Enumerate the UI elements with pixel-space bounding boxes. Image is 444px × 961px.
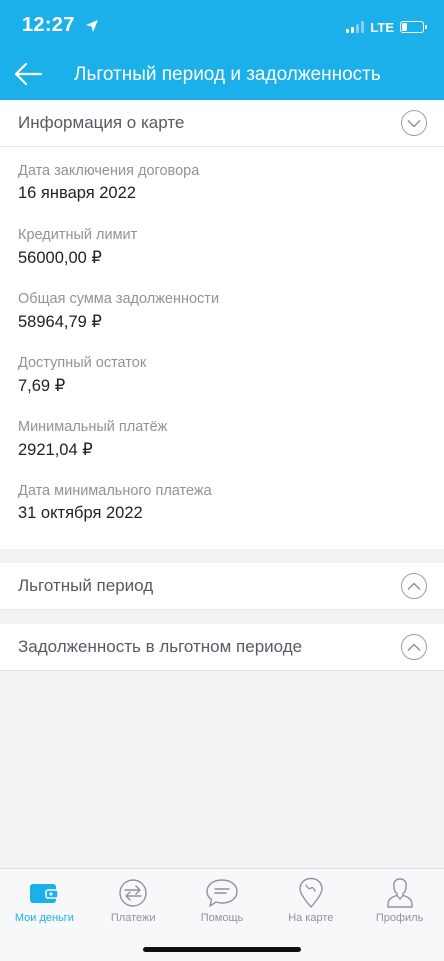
- tab-my-money[interactable]: Мои деньги: [0, 869, 89, 929]
- field-label: Дата минимального платежа: [18, 483, 212, 499]
- wallet-icon: [29, 877, 60, 909]
- section-title: Информация о карте: [18, 113, 185, 132]
- grace-debt-section: Задолженность в льготном периоде: [0, 624, 444, 671]
- section-gap: [0, 610, 444, 624]
- transfer-arrows-icon: [118, 877, 148, 909]
- tab-label: Профиль: [375, 912, 424, 924]
- status-time-text: 12:27: [22, 14, 75, 36]
- tab-help[interactable]: Помощь: [178, 869, 267, 929]
- tab-label: Мои деньги: [14, 912, 74, 924]
- profile-icon: [386, 877, 414, 909]
- arrow-left-icon: [14, 62, 43, 86]
- field-value: 2921,04 ₽: [18, 441, 93, 459]
- chevron-down-icon[interactable]: [401, 110, 427, 136]
- home-indicator: [143, 947, 301, 952]
- bottom-tab-bar: Мои деньги Платежи Помощь На карте Профи…: [0, 868, 444, 961]
- tab-payments[interactable]: Платежи: [89, 869, 178, 929]
- field-contract-date: Дата заключения договора 16 января 2022: [18, 155, 426, 219]
- grace-period-header[interactable]: Льготный период: [0, 563, 444, 610]
- card-info-header[interactable]: Информация о карте: [0, 100, 444, 147]
- chat-bubble-icon: [205, 877, 239, 909]
- field-label: Доступный остаток: [18, 355, 147, 371]
- field-value: 56000,00 ₽: [18, 249, 102, 267]
- tab-map[interactable]: На карте: [266, 869, 355, 929]
- card-info-details: Дата заключения договора 16 января 2022 …: [0, 147, 444, 549]
- field-minimum-payment: Минимальный платёж 2921,04 ₽: [18, 411, 426, 475]
- field-label: Кредитный лимит: [18, 227, 138, 243]
- chevron-up-icon[interactable]: [401, 634, 427, 660]
- field-value: 7,69 ₽: [18, 377, 66, 395]
- location-arrow-icon: [85, 19, 98, 32]
- content: Информация о карте Дата заключения догов…: [0, 100, 444, 671]
- status-time: 12:27: [22, 14, 99, 37]
- section-title: Льготный период: [18, 576, 154, 595]
- network-type: LTE: [370, 19, 394, 35]
- grace-debt-header[interactable]: Задолженность в льготном периоде: [0, 624, 444, 671]
- grace-period-section: Льготный период: [0, 563, 444, 610]
- map-pin-icon: [298, 877, 324, 909]
- section-gap: [0, 549, 444, 563]
- section-title: Задолженность в льготном периоде: [18, 637, 303, 656]
- signal-icon: [346, 21, 365, 33]
- tab-label: На карте: [288, 912, 334, 924]
- tab-label: Платежи: [110, 912, 156, 924]
- card-info-section: Информация о карте Дата заключения догов…: [0, 100, 444, 549]
- status-indicators: LTE: [346, 18, 427, 36]
- field-credit-limit: Кредитный лимит 56000,00 ₽: [18, 219, 426, 283]
- field-minimum-payment-date: Дата минимального платежа 31 октября 202…: [18, 475, 426, 539]
- back-button[interactable]: [10, 56, 46, 92]
- field-available-balance: Доступный остаток 7,69 ₽: [18, 347, 426, 411]
- battery-icon: [400, 21, 427, 33]
- field-label: Общая сумма задолженности: [18, 291, 220, 307]
- field-total-debt: Общая сумма задолженности 58964,79 ₽: [18, 283, 426, 347]
- field-label: Дата заключения договора: [18, 163, 200, 179]
- tab-profile[interactable]: Профиль: [355, 869, 444, 929]
- top-bar: 12:27 LTE Льготный период и задолженност…: [0, 0, 444, 100]
- page-title: Льготный период и задолженность: [74, 64, 381, 85]
- field-value: 31 октября 2022: [18, 504, 143, 522]
- tab-label: Помощь: [200, 912, 244, 924]
- chevron-up-icon[interactable]: [401, 573, 427, 599]
- field-value: 58964,79 ₽: [18, 313, 102, 331]
- field-value: 16 января 2022: [18, 184, 136, 202]
- field-label: Минимальный платёж: [18, 419, 168, 435]
